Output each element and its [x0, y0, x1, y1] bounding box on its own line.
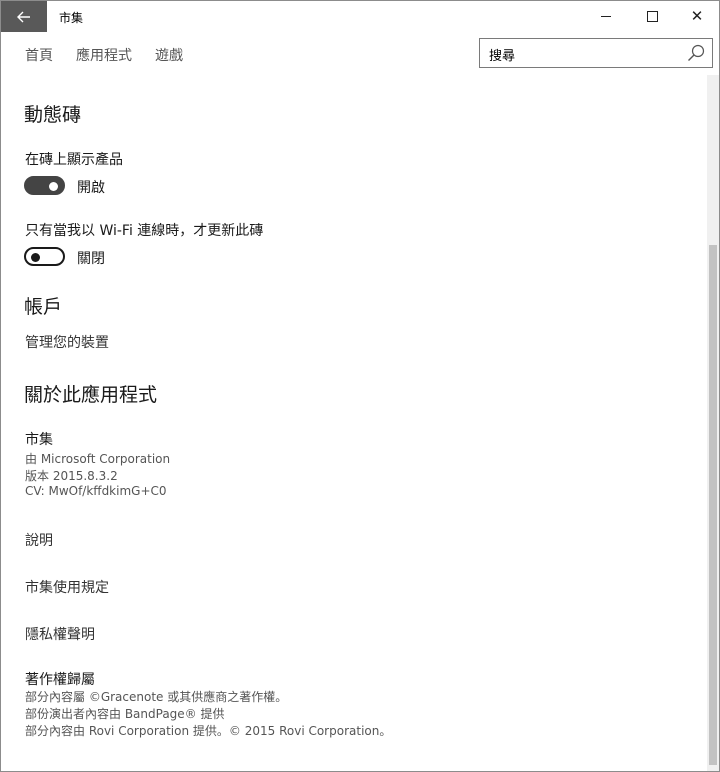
close-button[interactable]: ✕: [674, 1, 719, 32]
toggle-knob: [31, 252, 40, 262]
about-heading: 關於此應用程式: [24, 384, 158, 406]
account-heading: 帳戶: [24, 296, 63, 318]
wifi-only-toggle[interactable]: [24, 247, 65, 266]
scrollbar-thumb[interactable]: [709, 245, 717, 765]
manage-devices-link[interactable]: 管理您的裝置: [25, 332, 109, 352]
copyright-heading: 著作權歸屬: [25, 672, 95, 688]
back-arrow-icon: [17, 11, 30, 22]
copyright-line: 部份演出者內容由 BandPage® 提供: [25, 707, 225, 721]
toggle-knob: [49, 181, 58, 191]
maximize-button[interactable]: [629, 1, 675, 32]
back-button[interactable]: [1, 1, 47, 32]
copyright-line: 部分內容屬 ©Gracenote 或其供應商之著作權。: [25, 690, 288, 704]
nav-games[interactable]: 遊戲: [155, 45, 183, 65]
version-text: 版本 2015.8.3.2: [25, 469, 118, 483]
nav-home[interactable]: 首頁: [25, 45, 53, 65]
copyright-line: 部分內容由 Rovi Corporation 提供。© 2015 Rovi Co…: [25, 724, 392, 738]
show-products-state: 開啟: [77, 180, 105, 196]
maximize-icon: [646, 11, 658, 22]
search-text: 搜尋: [489, 49, 516, 64]
app-name: 市集: [25, 432, 53, 448]
minimize-button[interactable]: [583, 1, 629, 32]
tiles-heading: 動態磚: [24, 104, 82, 126]
search-input[interactable]: 搜尋: [479, 38, 713, 68]
title-bar: 市集 ✕: [1, 1, 719, 32]
help-link[interactable]: 說明: [25, 530, 53, 550]
nav-apps[interactable]: 應用程式: [76, 45, 132, 65]
minimize-icon: [601, 16, 611, 17]
cv-text: CV: MwOf/kffdkimG+C0: [25, 484, 167, 498]
publisher-text: 由 Microsoft Corporation: [25, 452, 171, 466]
wifi-only-label: 只有當我以 Wi-Fi 連線時，才更新此磚: [25, 223, 264, 239]
settings-content: 動態磚 在磚上顯示產品 開啟 只有當我以 Wi-Fi 連線時，才更新此磚 關閉 …: [1, 81, 707, 771]
show-products-label: 在磚上顯示產品: [25, 152, 123, 168]
window-title: 市集: [59, 11, 84, 25]
store-window: 市集 ✕ 首頁 應用程式 遊戲 搜尋 動態磚 在磚上顯示產品 開啟 只有當我以 …: [0, 0, 720, 772]
store-terms-link[interactable]: 市集使用規定: [25, 577, 109, 597]
wifi-only-state: 關閉: [77, 251, 105, 267]
close-icon: ✕: [690, 7, 704, 25]
show-products-toggle[interactable]: [24, 176, 65, 195]
search-icon[interactable]: [687, 44, 705, 62]
privacy-link[interactable]: 隱私權聲明: [25, 624, 95, 644]
vertical-scrollbar[interactable]: [707, 75, 719, 771]
